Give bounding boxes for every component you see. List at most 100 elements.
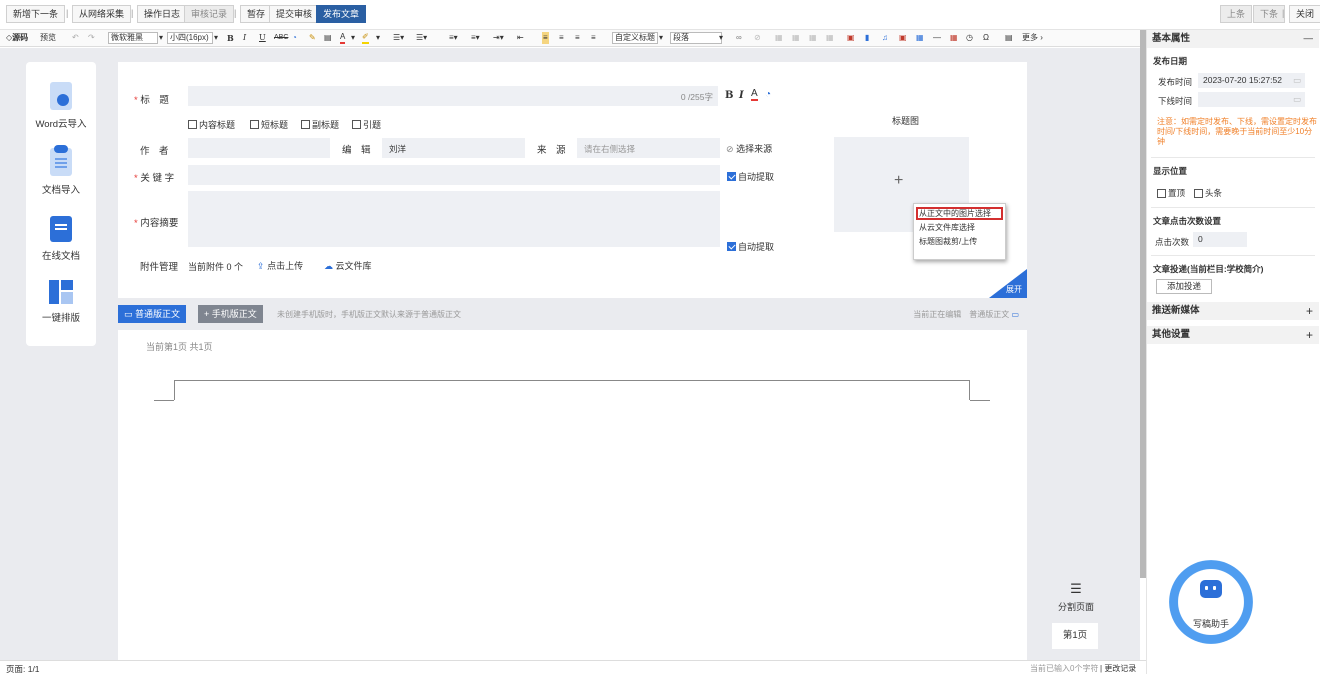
word-cloud-import[interactable]: Word云导入: [26, 82, 96, 130]
time-icon[interactable]: ◷: [966, 32, 973, 44]
font-size-select[interactable]: 小四(16px): [167, 32, 213, 44]
prev-article-button[interactable]: 上条: [1220, 5, 1253, 23]
choose-source-button[interactable]: ⊘ 选择来源: [726, 142, 772, 155]
other-settings-header[interactable]: 其他设置 +: [1147, 326, 1319, 344]
pin-top-checkbox[interactable]: 置顶: [1157, 187, 1185, 199]
grid-icon[interactable]: ▤: [1005, 32, 1013, 44]
expand-plus-icon[interactable]: +: [1306, 302, 1313, 320]
outdent-icon[interactable]: ⇤: [517, 32, 524, 44]
publish-time-input[interactable]: 2023-07-20 15:27:52 ▭: [1198, 73, 1305, 88]
checkbox-box[interactable]: [250, 120, 259, 129]
save-draft-button[interactable]: 暂存: [240, 5, 273, 23]
ordered-list-icon[interactable]: ☰▾: [393, 32, 404, 44]
video-icon[interactable]: ▣: [899, 32, 907, 44]
image-icon[interactable]: ▣: [847, 32, 855, 44]
underline-icon[interactable]: U: [259, 32, 266, 44]
keyword-auto-extract[interactable]: 自动提取: [727, 170, 774, 183]
checkbox-box[interactable]: [301, 120, 310, 129]
align-left-icon[interactable]: ≡: [542, 32, 549, 44]
image-right-icon[interactable]: ▦: [809, 32, 817, 44]
unlink-icon[interactable]: ⊘: [754, 32, 761, 44]
line-height-icon[interactable]: ≡▾: [449, 32, 458, 44]
lead-title-checkbox[interactable]: 引题: [352, 118, 381, 131]
menu-item-from-content-image[interactable]: 从正文中的图片选择: [916, 207, 1003, 220]
chevron-down-icon[interactable]: ▾: [351, 32, 355, 44]
cloud-library-button[interactable]: ☁ 云文件库: [324, 259, 372, 272]
link-icon[interactable]: ∞: [736, 32, 742, 44]
checkbox-box[interactable]: [1194, 188, 1203, 198]
redo-icon[interactable]: ↷: [88, 32, 95, 44]
italic-icon[interactable]: I: [243, 32, 246, 44]
keyword-input[interactable]: [188, 165, 720, 185]
align-center-icon[interactable]: ≡: [559, 32, 564, 44]
one-click-layout[interactable]: 一键排版: [26, 280, 96, 324]
special-char-icon[interactable]: Ω: [983, 32, 989, 44]
writing-assistant-button[interactable]: 写稿助手: [1169, 560, 1253, 644]
strikethrough-icon[interactable]: ABC: [274, 32, 288, 44]
table-icon[interactable]: ▦: [916, 32, 924, 44]
source-code-button[interactable]: ◇源码: [6, 32, 28, 44]
expand-corner[interactable]: 展开: [989, 269, 1027, 298]
headline-checkbox[interactable]: 头条: [1194, 187, 1222, 199]
checkbox-checked[interactable]: [727, 242, 736, 251]
basic-props-header[interactable]: 基本属性 —: [1147, 30, 1319, 48]
paragraph-select[interactable]: 段落: [670, 32, 722, 44]
paste-icon[interactable]: ▤: [324, 32, 332, 44]
online-document[interactable]: 在线文档: [26, 216, 96, 262]
checkbox-checked[interactable]: [727, 172, 736, 181]
file-icon[interactable]: ▮: [865, 32, 869, 44]
music-icon[interactable]: ♫: [882, 32, 888, 44]
split-page-button[interactable]: ☰ 分割页面: [1052, 582, 1100, 613]
checkbox-box[interactable]: [188, 120, 197, 129]
offline-time-input[interactable]: ▭: [1198, 92, 1305, 107]
close-button[interactable]: 关闭: [1289, 5, 1320, 23]
menu-item-crop-upload[interactable]: 标题图裁剪/上传: [919, 236, 977, 248]
more-button[interactable]: 更多 ›: [1022, 32, 1043, 44]
add-deliver-button[interactable]: 添加投递: [1156, 279, 1212, 294]
image-left-icon[interactable]: ▦: [775, 32, 783, 44]
justify-icon[interactable]: ≡: [591, 32, 596, 44]
title-color-icon[interactable]: A: [751, 89, 758, 101]
audit-log-button[interactable]: 审核记录: [184, 5, 235, 23]
undo-icon[interactable]: ↶: [72, 32, 79, 44]
paragraph-spacing-icon[interactable]: ≡▾: [471, 32, 480, 44]
operation-log-button[interactable]: 操作日志: [137, 5, 188, 23]
title-italic-icon[interactable]: I: [739, 90, 744, 101]
custom-title-select[interactable]: 自定义标题: [612, 32, 658, 44]
author-input[interactable]: [188, 138, 330, 158]
source-input[interactable]: 请在右侧选择: [577, 138, 720, 158]
summary-textarea[interactable]: [188, 191, 720, 247]
date-icon[interactable]: ▦: [950, 32, 958, 44]
title-input[interactable]: 0 /255字: [188, 86, 718, 106]
short-title-checkbox[interactable]: 短标题: [250, 118, 288, 131]
collapse-icon[interactable]: —: [1304, 30, 1314, 48]
checkbox-box[interactable]: [352, 120, 361, 129]
bold-icon[interactable]: B: [227, 32, 234, 44]
unordered-list-icon[interactable]: ☰▾: [416, 32, 427, 44]
title-spellcheck-icon[interactable]: ◔: [765, 89, 771, 100]
indent-icon[interactable]: ⇥▾: [493, 32, 504, 44]
web-collect-button[interactable]: 从网络采集: [72, 5, 132, 23]
click-count-input[interactable]: 0: [1193, 232, 1247, 247]
highlight-icon[interactable]: ✐: [362, 32, 369, 44]
tab-mobile-content[interactable]: + 手机版正文: [198, 305, 263, 323]
editor-input[interactable]: 刘洋: [382, 138, 525, 158]
format-brush-icon[interactable]: ✎: [309, 32, 316, 44]
change-log-link[interactable]: | 更改记录: [1100, 663, 1136, 674]
image-inline-icon[interactable]: ▦: [792, 32, 800, 44]
chevron-down-icon[interactable]: ▾: [376, 32, 380, 44]
font-color-icon[interactable]: A: [340, 32, 346, 44]
upload-button[interactable]: ⇪ 点击上传: [257, 259, 303, 272]
horizontal-rule-icon[interactable]: —: [933, 32, 941, 44]
align-right-icon[interactable]: ≡: [575, 32, 580, 44]
image-center-icon[interactable]: ▦: [826, 32, 834, 44]
page-1-button[interactable]: 第1页: [1052, 623, 1098, 649]
title-bold-icon[interactable]: B: [725, 90, 733, 101]
push-media-header[interactable]: 推送新媒体 +: [1147, 302, 1319, 320]
content-title-checkbox[interactable]: 内容标题: [188, 118, 235, 131]
summary-auto-extract[interactable]: 自动提取: [727, 240, 774, 253]
submit-audit-button[interactable]: 提交审核: [269, 5, 320, 23]
menu-item-from-cloud-library[interactable]: 从云文件库选择: [919, 222, 975, 234]
subtitle-checkbox[interactable]: 副标题: [301, 118, 339, 131]
document-import[interactable]: 文档导入: [26, 145, 96, 196]
